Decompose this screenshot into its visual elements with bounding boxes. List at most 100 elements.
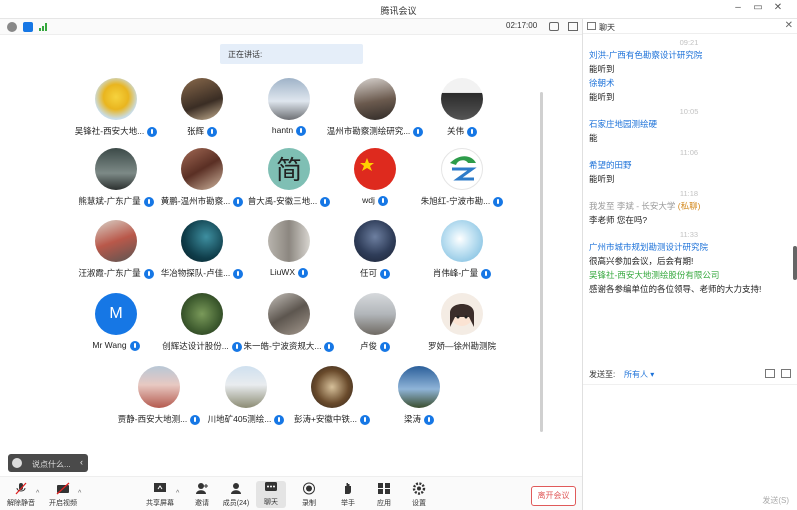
close-icon[interactable]: ✕ (785, 20, 793, 31)
participant-name-row: 肖伟峰-广量 (402, 267, 522, 279)
gallery-scrollbar[interactable] (540, 92, 543, 432)
leave-meeting-button[interactable]: 离开会议 (531, 486, 576, 506)
calligraphy-icon: 简 (276, 156, 302, 186)
mic-muted-icon (377, 195, 388, 206)
private-message-header: 我发至 李斌 - 长安大学 (私聊) (589, 200, 789, 213)
participant-tile[interactable]: 罗娇—徐州勘测院 (402, 293, 522, 363)
message-text: 李老师 您在吗? (589, 215, 648, 225)
message-sender[interactable]: 广州市城市规划勘测设计研究院 (589, 241, 789, 254)
close-icon[interactable]: ✕ (771, 2, 785, 13)
avatar (311, 366, 353, 408)
fullscreen-icon[interactable] (549, 22, 559, 31)
quick-chat-placeholder: 说点什么... (32, 460, 71, 469)
participant-gallery: 正在讲话: 吴锋社-西安大地... 张辉 hantn 温州市勘察测绘研究... … (0, 36, 582, 476)
participant-tile[interactable]: 肖伟峰-广量 (402, 220, 522, 290)
company-logo-icon (450, 156, 477, 181)
avatar (398, 366, 440, 408)
window-title: 腾讯会议 (380, 6, 417, 16)
message-text: 能听到 (589, 92, 615, 102)
participant-name-row: 关伟 (402, 125, 522, 137)
message-timestamp: 11:33 (679, 230, 699, 239)
unmute-button[interactable]: 解除静音 (6, 482, 36, 508)
avatar (181, 78, 223, 120)
raise-hand-button[interactable]: 举手 (333, 482, 363, 508)
message-text: 感谢各参编单位的各位领导、老师的大力支持! (589, 284, 762, 294)
video-options-caret-icon[interactable]: ^ (78, 490, 81, 497)
mic-muted-icon (129, 340, 140, 351)
mic-muted-icon (207, 126, 217, 137)
share-options-caret-icon[interactable]: ^ (176, 490, 179, 497)
message-text: 能听到 (589, 174, 615, 184)
share-screen-button[interactable]: 共享屏幕 (145, 482, 175, 508)
participant-tile[interactable]: 关伟 (402, 78, 522, 148)
screenshot-icon[interactable] (781, 369, 791, 378)
avatar (268, 293, 310, 335)
avatar (441, 293, 483, 335)
message-sender[interactable]: 吴锋社-西安大地测绘股份有限公司 (589, 269, 789, 282)
record-icon (303, 482, 315, 495)
signal-icon[interactable] (39, 23, 48, 31)
avatar (268, 78, 310, 120)
mic-options-caret-icon[interactable]: ^ (36, 490, 39, 497)
participant-tile[interactable]: 梁涛 (359, 366, 479, 436)
avatar (268, 220, 310, 262)
chat-message-list: 09:21 刘洪-广西有色勘察设计研究院 能听到 徐朝术 能听到 10:05 石… (589, 36, 789, 297)
avatar (354, 220, 396, 262)
message-sender[interactable]: 石家庄地园测绘硬 (589, 118, 789, 131)
avatar (354, 78, 396, 120)
message-sender[interactable]: 希望的田野 (589, 159, 789, 172)
chat-window-icon[interactable] (587, 22, 596, 30)
raise-hand-icon (345, 483, 351, 494)
message-timestamp: 11:06 (679, 148, 699, 157)
invite-button[interactable]: 邀请 (187, 482, 217, 508)
minimize-icon[interactable]: – (731, 2, 745, 13)
mic-muted-icon (296, 125, 307, 136)
message-sender[interactable]: 刘洪-广西有色勘察设计研究院 (589, 49, 789, 62)
avatar (181, 220, 223, 262)
shield-icon[interactable] (23, 22, 33, 32)
window-titlebar: 腾讯会议 – ▭ ✕ (0, 0, 797, 19)
apps-button[interactable]: 应用 (369, 482, 399, 508)
quick-chat-input[interactable]: 说点什么... ‹ (8, 454, 88, 472)
avatar (181, 293, 223, 335)
members-button[interactable]: 成员(24) (221, 482, 251, 508)
participant-tile[interactable]: 朱旭红-宁波市勘... (402, 148, 522, 218)
avatar (441, 148, 483, 190)
maximize-icon[interactable]: ▭ (751, 2, 765, 13)
avatar: M (95, 293, 137, 335)
emoji-icon[interactable] (12, 458, 22, 468)
message-sender[interactable]: 徐朝术 (589, 77, 789, 90)
chat-panel-title: 聊天 (599, 23, 615, 32)
participant-name-row: 梁涛 (359, 413, 479, 425)
send-to-row: 发送至: 所有人 ▾ (589, 369, 794, 383)
info-icon[interactable] (7, 22, 17, 32)
message-text: 能 (589, 133, 598, 143)
avatar (95, 148, 137, 190)
mic-muted-icon (298, 267, 309, 278)
mic-muted-icon (380, 341, 390, 352)
chat-button[interactable]: 聊天 (256, 481, 286, 508)
camera-off-icon (56, 482, 70, 495)
avatar (138, 366, 180, 408)
start-video-button[interactable]: 开启视频 (48, 482, 78, 508)
avatar (441, 220, 483, 262)
members-icon (231, 483, 241, 494)
file-icon[interactable] (765, 369, 775, 378)
layout-icon[interactable] (568, 22, 578, 31)
participant-name-row: 朱旭红-宁波市勘... (402, 195, 522, 207)
speaking-label: 正在讲话: (228, 50, 263, 59)
chevron-left-icon[interactable]: ‹ (80, 457, 83, 467)
send-button[interactable]: 发送(S) (762, 495, 789, 506)
panel-resize-handle[interactable] (793, 246, 797, 280)
mic-muted-icon (481, 268, 492, 279)
message-timestamp: 11:18 (679, 189, 699, 198)
message-sender[interactable]: 我发至 李斌 - 长安大学 (589, 201, 675, 211)
apps-grid-icon (378, 483, 390, 494)
avatar (354, 293, 396, 335)
chat-panel: 聊天 ✕ 09:21 刘洪-广西有色勘察设计研究院 能听到 徐朝术 能听到 10… (582, 19, 797, 510)
settings-button[interactable]: 设置 (404, 482, 434, 508)
recipient-select[interactable]: 所有人 ▾ (624, 369, 654, 380)
record-button[interactable]: 录制 (294, 482, 324, 508)
speaking-indicator: 正在讲话: (220, 44, 363, 64)
mic-muted-icon (380, 268, 390, 279)
